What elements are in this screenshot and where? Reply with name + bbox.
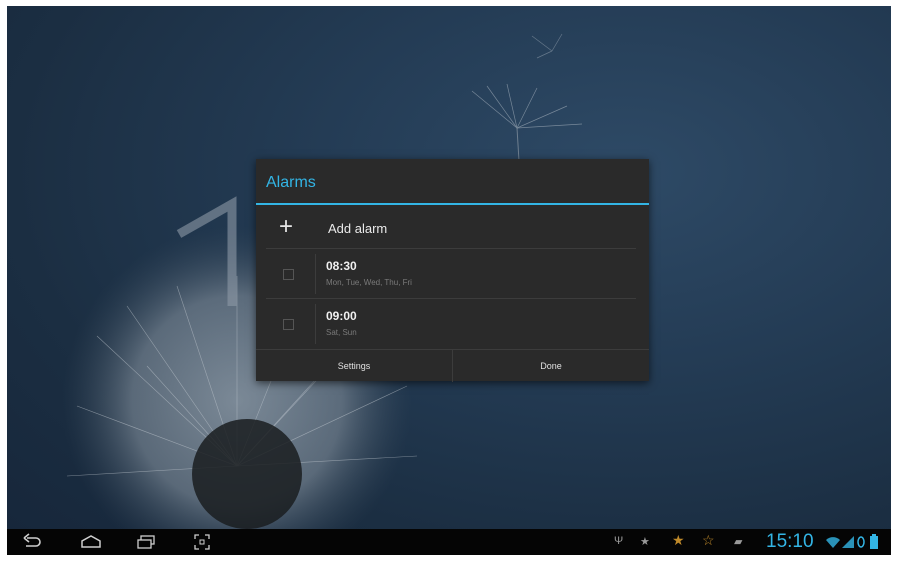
screen: Alarms + Add alarm 08:30 Mon, Tue, Wed, … bbox=[7, 6, 891, 555]
alarm-checkbox[interactable] bbox=[283, 319, 294, 330]
star-icon: ★ bbox=[640, 536, 650, 548]
back-icon[interactable] bbox=[21, 532, 43, 552]
wifi-icon bbox=[826, 537, 840, 548]
divider bbox=[315, 304, 316, 344]
chat-icon: ▰ bbox=[734, 536, 743, 548]
battery-icon bbox=[870, 534, 878, 549]
alarm-time: 09:00 bbox=[326, 309, 357, 323]
alarm-checkbox[interactable] bbox=[283, 269, 294, 280]
plus-icon: + bbox=[279, 213, 294, 240]
dialog-button-bar: Settings Done bbox=[256, 349, 649, 382]
screenshot-icon[interactable] bbox=[192, 532, 212, 552]
star-icon: ★ bbox=[672, 532, 685, 548]
usb-icon: Ψ bbox=[614, 535, 624, 547]
navigation-bar: Ψ ★ ★ ☆ ▰ 15:10 bbox=[7, 529, 891, 555]
status-zero-icon bbox=[857, 536, 865, 548]
divider bbox=[315, 254, 316, 294]
signal-icon bbox=[842, 536, 854, 548]
recent-apps-icon[interactable] bbox=[135, 532, 157, 552]
alarm-time: 08:30 bbox=[326, 259, 357, 273]
star-icon: ☆ bbox=[702, 532, 715, 548]
settings-button[interactable]: Settings bbox=[256, 350, 452, 382]
divider bbox=[266, 248, 636, 249]
title-divider bbox=[256, 203, 649, 205]
dialog-title: Alarms bbox=[266, 174, 316, 191]
alarm-days: Mon, Tue, Wed, Thu, Fri bbox=[326, 278, 412, 287]
alarm-item[interactable]: 09:00 Sat, Sun bbox=[256, 301, 649, 347]
status-clock: 15:10 bbox=[766, 531, 814, 552]
divider bbox=[266, 298, 636, 299]
add-alarm-row[interactable]: + Add alarm bbox=[256, 209, 649, 247]
alarm-item[interactable]: 08:30 Mon, Tue, Wed, Thu, Fri bbox=[256, 251, 649, 297]
alarm-days: Sat, Sun bbox=[326, 328, 357, 337]
add-alarm-label: Add alarm bbox=[328, 221, 388, 236]
home-icon[interactable] bbox=[79, 532, 103, 552]
done-button[interactable]: Done bbox=[453, 350, 649, 382]
alarms-dialog: Alarms + Add alarm 08:30 Mon, Tue, Wed, … bbox=[256, 159, 649, 382]
